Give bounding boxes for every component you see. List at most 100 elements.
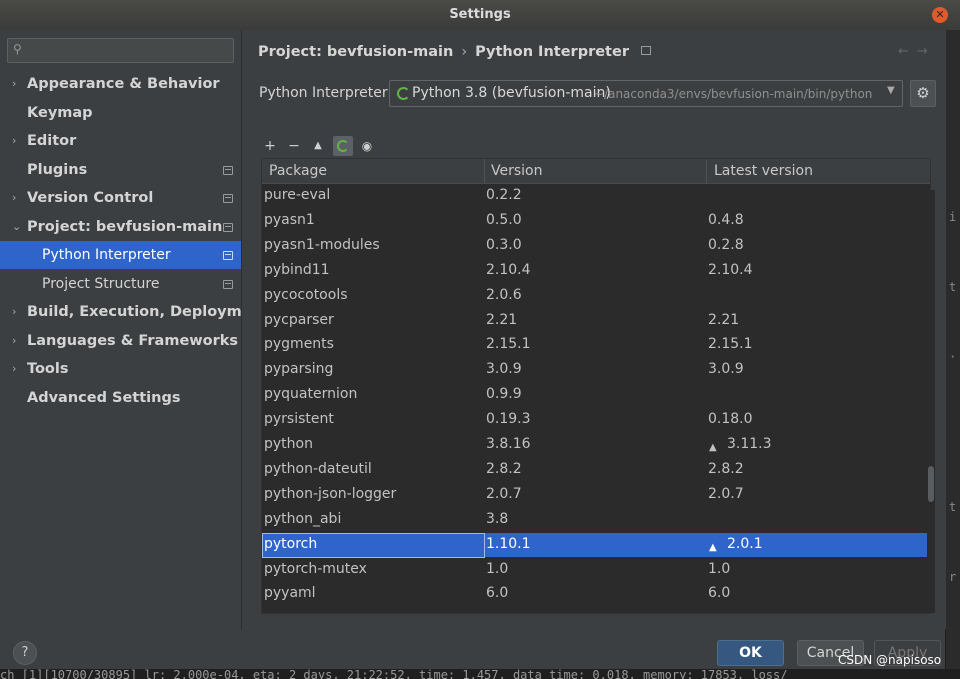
breadcrumb-current: Python Interpreter bbox=[475, 44, 629, 60]
gear-icon[interactable]: ⚙ bbox=[910, 80, 936, 107]
chevron-right-icon[interactable]: › bbox=[12, 70, 16, 98]
table-row[interactable]: pyparsing 3.0.9 3.0.9 bbox=[262, 358, 930, 383]
remove-package-button[interactable]: − bbox=[284, 136, 304, 156]
sidebar-item-project-bevfusion-main[interactable]: ⌄ Project: bevfusion-main bbox=[0, 213, 241, 241]
table-row[interactable]: pytorch-mutex 1.0 1.0 bbox=[262, 558, 930, 583]
chevron-right-icon[interactable]: › bbox=[12, 355, 16, 383]
table-header: Package Version Latest version bbox=[262, 159, 930, 184]
table-row[interactable]: python_abi 3.8 bbox=[262, 508, 930, 533]
package-latest-version: 0.4.8 bbox=[708, 211, 744, 228]
back-forward-arrows[interactable]: ←→ bbox=[898, 44, 936, 59]
table-row[interactable]: pyrsistent 0.19.3 0.18.0 bbox=[262, 408, 930, 433]
content-panel: Project: bevfusion-main › Python Interpret… bbox=[241, 30, 946, 629]
package-name: python-json-logger bbox=[264, 485, 397, 502]
header-package[interactable]: Package bbox=[269, 163, 327, 179]
package-version: 1.10.1 bbox=[486, 535, 531, 552]
sidebar-item-build-execution-deployment[interactable]: › Build, Execution, Deployment bbox=[0, 298, 269, 326]
package-name: pytorch-mutex bbox=[264, 560, 367, 577]
header-version[interactable]: Version bbox=[491, 163, 542, 179]
refresh-icon[interactable] bbox=[333, 136, 353, 156]
chevron-right-icon[interactable]: › bbox=[12, 127, 16, 155]
package-latest-version: 0.18.0 bbox=[708, 411, 753, 428]
upgrade-available-icon: ▲ bbox=[709, 442, 717, 453]
package-latest-version: 2.10.4 bbox=[708, 261, 753, 278]
sidebar-item-label: Python Interpreter bbox=[42, 247, 171, 263]
package-latest-version: 0.2.8 bbox=[708, 236, 744, 253]
help-button[interactable]: ? bbox=[13, 641, 37, 665]
sidebar-item-advanced-settings[interactable]: Advanced Settings bbox=[0, 384, 241, 412]
package-name: pygments bbox=[264, 336, 334, 353]
sidebar-item-label: Plugins bbox=[27, 162, 88, 178]
package-latest-version: 2.15.1 bbox=[708, 336, 753, 353]
table-row[interactable]: pyasn1-modules 0.3.0 0.2.8 bbox=[262, 234, 930, 259]
watermark: CSDN @napisoso bbox=[838, 653, 942, 667]
package-version: 3.0.9 bbox=[486, 361, 522, 378]
search-input[interactable]: ⚲ bbox=[7, 38, 234, 63]
table-row[interactable]: pygments 2.15.1 2.15.1 bbox=[262, 333, 930, 358]
sidebar-item-plugins[interactable]: Plugins bbox=[0, 156, 241, 184]
header-latest-version[interactable]: Latest version bbox=[714, 163, 813, 179]
package-version: 6.0 bbox=[486, 585, 509, 602]
project-scope-icon bbox=[223, 223, 233, 232]
table-row[interactable]: pytorch 1.10.1 ▲ 2.0.1 bbox=[262, 532, 930, 558]
table-row[interactable]: pyasn1 0.5.0 0.4.8 bbox=[262, 209, 930, 234]
package-latest-version: 3.0.9 bbox=[708, 361, 744, 378]
sidebar-item-label: Build, Execution, Deployment bbox=[27, 304, 269, 320]
package-version: 2.10.4 bbox=[486, 261, 531, 278]
interpreter-name: Python 3.8 (bevfusion-main) bbox=[412, 85, 611, 101]
close-icon[interactable]: ✕ bbox=[932, 7, 948, 23]
sidebar-item-label: Editor bbox=[27, 133, 77, 149]
sidebar-item-python-interpreter[interactable]: Python Interpreter bbox=[0, 241, 241, 269]
package-name: pyparsing bbox=[264, 361, 334, 378]
packages-table: Package Version Latest version pure-eval… bbox=[261, 158, 931, 614]
chevron-right-icon[interactable]: › bbox=[12, 184, 16, 212]
terminal-output: ch [1][10700/30895] lr: 2.000e-04, eta: … bbox=[0, 669, 960, 679]
package-latest-version: 6.0 bbox=[708, 585, 731, 602]
chevron-right-icon: › bbox=[461, 44, 468, 60]
chevron-right-icon[interactable]: › bbox=[12, 327, 16, 355]
sidebar-item-keymap[interactable]: Keymap bbox=[0, 99, 241, 127]
package-name: pycocotools bbox=[264, 286, 348, 303]
project-scope-icon bbox=[223, 251, 233, 260]
table-row[interactable]: pybind11 2.10.4 2.10.4 bbox=[262, 259, 930, 284]
background-window-edge: i t · t r bbox=[945, 30, 960, 679]
sidebar-item-project-structure[interactable]: Project Structure bbox=[0, 270, 241, 298]
eye-icon[interactable]: ◉ bbox=[357, 136, 377, 156]
sidebar-item-editor[interactable]: › Editor bbox=[0, 127, 241, 155]
package-latest-version: 3.11.3 bbox=[727, 436, 772, 452]
package-name: pyyaml bbox=[264, 585, 316, 602]
sidebar-item-version-control[interactable]: › Version Control bbox=[0, 184, 241, 212]
scrollbar-thumb[interactable] bbox=[928, 466, 934, 502]
upgrade-package-button[interactable]: ▲ bbox=[308, 136, 328, 156]
package-version: 3.8.16 bbox=[486, 436, 531, 452]
interpreter-select[interactable]: Python 3.8 (bevfusion-main) ~/anaconda3/… bbox=[389, 80, 903, 107]
table-row[interactable]: pure-eval 0.2.2 bbox=[262, 184, 930, 209]
window-title: Settings bbox=[449, 7, 511, 22]
table-row[interactable]: pyquaternion 0.9.9 bbox=[262, 383, 930, 408]
sidebar-item-label: Project Structure bbox=[42, 276, 160, 292]
sidebar-item-label: Project: bevfusion-main bbox=[27, 219, 223, 235]
sidebar-item-languages-frameworks[interactable]: › Languages & Frameworks bbox=[0, 327, 241, 355]
table-row[interactable]: python-dateutil 2.8.2 2.8.2 bbox=[262, 458, 930, 483]
sidebar-item-appearance-behavior[interactable]: › Appearance & Behavior bbox=[0, 70, 241, 98]
package-latest-version: 2.0.1 bbox=[727, 535, 763, 552]
table-row[interactable]: pycocotools 2.0.6 bbox=[262, 284, 930, 309]
table-row[interactable]: python 3.8.16 ▲ 3.11.3 bbox=[262, 433, 930, 458]
table-row[interactable]: pycparser 2.21 2.21 bbox=[262, 309, 930, 334]
package-latest-version: 2.8.2 bbox=[708, 460, 744, 477]
ok-button[interactable]: OK bbox=[717, 640, 784, 666]
sidebar-item-label: Keymap bbox=[27, 105, 93, 121]
chevron-down-icon[interactable]: ⌄ bbox=[12, 213, 21, 241]
interpreter-label: Python Interpreter: bbox=[259, 85, 393, 101]
package-version: 0.5.0 bbox=[486, 211, 522, 228]
table-scrollbar[interactable] bbox=[927, 190, 935, 613]
chevron-right-icon[interactable]: › bbox=[12, 298, 16, 326]
sidebar-item-tools[interactable]: › Tools bbox=[0, 355, 241, 383]
breadcrumb-parent[interactable]: Project: bevfusion-main bbox=[258, 44, 453, 60]
package-latest-version: 2.0.7 bbox=[708, 485, 744, 502]
chevron-down-icon: ▼ bbox=[887, 85, 895, 96]
table-row[interactable]: python-json-logger 2.0.7 2.0.7 bbox=[262, 483, 930, 508]
table-row[interactable]: pyyaml 6.0 6.0 bbox=[262, 582, 930, 607]
package-version: 2.15.1 bbox=[486, 336, 531, 353]
add-package-button[interactable]: + bbox=[260, 136, 280, 156]
